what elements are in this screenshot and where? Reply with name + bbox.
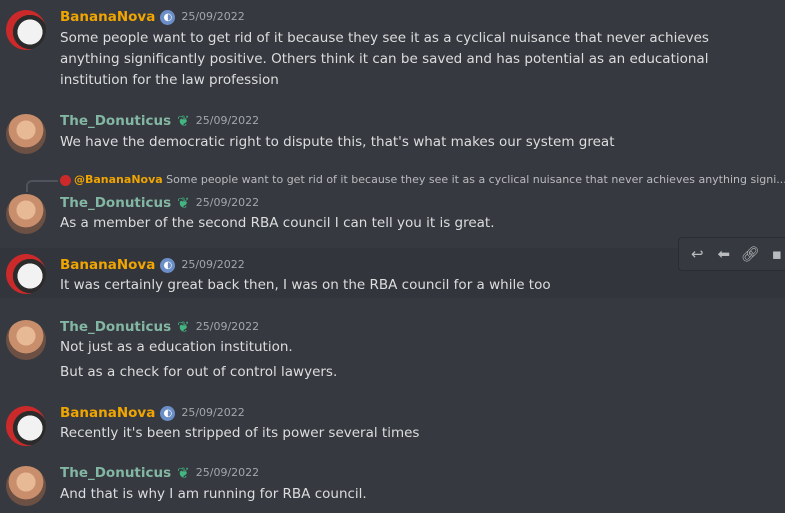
author-label[interactable]: BananaNova: [60, 405, 155, 421]
role-badge-icon: ◐: [160, 9, 176, 25]
reply-icon[interactable]: ↩: [687, 243, 708, 265]
sprout-icon: ❦: [177, 464, 190, 482]
author-label[interactable]: The_Donuticus: [60, 195, 171, 211]
pin-icon[interactable]: ⬅: [714, 243, 735, 265]
avatar[interactable]: [6, 114, 46, 154]
message-text: And that is why I am running for RBA cou…: [60, 486, 367, 502]
timestamp: 25/09/2022: [181, 10, 245, 23]
timestamp: 25/09/2022: [181, 406, 245, 419]
author-label[interactable]: BananaNova: [60, 257, 155, 273]
author-name[interactable]: BananaNova ◐ 25/09/2022: [60, 404, 245, 422]
link-icon[interactable]: 🔗︎: [740, 243, 761, 265]
message-6: BananaNova ◐ 25/09/2022 Recently it's been…: [0, 403, 785, 451]
timestamp: 25/09/2022: [181, 258, 245, 271]
message-toolbar: ↩ ⬅ 🔗︎ ▪: [678, 237, 785, 271]
author-name[interactable]: The_Donuticus ❦ 25/09/2022: [60, 318, 259, 336]
author-label[interactable]: The_Donuticus: [60, 465, 171, 481]
message-text: But as a check for out of control lawyer…: [60, 364, 338, 380]
sprout-icon: ❦: [177, 194, 190, 212]
reply-preview-text[interactable]: Some people want to get rid of it becaus…: [166, 173, 785, 186]
avatar[interactable]: [6, 406, 46, 446]
message-text: Some people want to get rid of it becaus…: [60, 30, 709, 88]
message-7: The_Donuticus ❦ 25/09/2022 And that is why…: [0, 463, 785, 511]
role-badge-icon: ◐: [160, 257, 176, 273]
author-name[interactable]: BananaNova ◐ 25/09/2022: [60, 8, 245, 26]
sprout-icon: ❦: [177, 318, 190, 336]
timestamp: 25/09/2022: [195, 466, 260, 479]
avatar[interactable]: [6, 320, 46, 360]
message-5: The_Donuticus ❦ 25/09/2022 Not just as a e…: [0, 316, 785, 386]
avatar[interactable]: [6, 254, 46, 294]
message-text: We have the democratic right to dispute …: [60, 134, 615, 150]
sprout-icon: ❦: [177, 112, 190, 130]
author-name[interactable]: The_Donuticus ❦ 25/09/2022: [60, 194, 259, 212]
more-icon[interactable]: ▪: [767, 243, 785, 265]
role-badge-icon: ◐: [160, 405, 176, 421]
message-1: BananaNova ◐ 25/09/2022 Some people want t…: [0, 6, 785, 92]
author-name[interactable]: The_Donuticus ❦ 25/09/2022: [60, 112, 259, 130]
message-2: The_Donuticus ❦ 25/09/2022 We have the dem…: [0, 110, 785, 158]
timestamp: 25/09/2022: [195, 320, 260, 333]
message-3: @BananaNova Some people want to get rid …: [0, 172, 785, 238]
author-name[interactable]: BananaNova ◐ 25/09/2022: [60, 256, 245, 274]
author-name[interactable]: The_Donuticus ❦ 25/09/2022: [60, 464, 259, 482]
reply-connector: [26, 180, 58, 192]
message-text: It was certainly great back then, I was …: [60, 277, 551, 293]
avatar[interactable]: [6, 10, 46, 50]
message-text: As a member of the second RBA council I …: [60, 215, 495, 231]
message-text: Not just as a education institution.: [60, 339, 293, 355]
timestamp: 25/09/2022: [195, 114, 260, 127]
author-label[interactable]: The_Donuticus: [60, 113, 171, 129]
timestamp: 25/09/2022: [195, 196, 260, 209]
message-4: BananaNova ◐ 25/09/2022 It was certainly g…: [0, 248, 785, 298]
reply-preview[interactable]: @BananaNova Some people want to get rid …: [60, 173, 785, 186]
reply-mention[interactable]: @BananaNova: [74, 173, 163, 186]
reply-avatar-icon: [60, 174, 71, 186]
avatar[interactable]: [6, 466, 46, 506]
author-label[interactable]: BananaNova: [60, 9, 155, 25]
author-label[interactable]: The_Donuticus: [60, 319, 171, 335]
message-text: Recently it's been stripped of its power…: [60, 425, 420, 441]
avatar[interactable]: [6, 194, 46, 234]
